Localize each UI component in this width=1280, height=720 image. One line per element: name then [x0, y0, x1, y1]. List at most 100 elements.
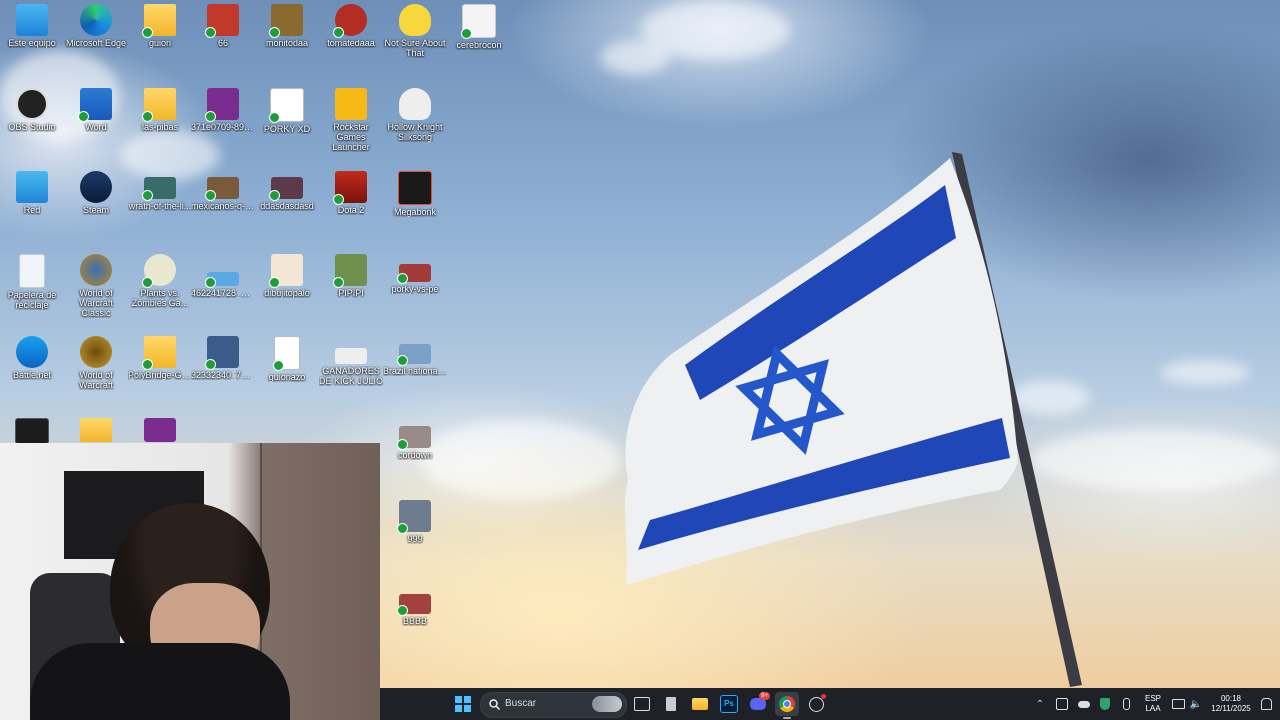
desktop-icon-hollow-knight[interactable]: Hollow Knight Silksong: [383, 88, 447, 142]
person-body: [30, 643, 290, 720]
icon-label: guion: [148, 38, 172, 48]
desktop-icon-cerebrocon[interactable]: cerebrocon: [447, 4, 511, 50]
desktop-icon-pipipi[interactable]: PIPIPI: [319, 254, 383, 298]
microphone-icon: [1122, 698, 1130, 710]
image-thumbnail-icon: [205, 88, 239, 122]
tray-icon-volume[interactable]: 🔈: [1186, 692, 1206, 716]
tray-icon-security[interactable]: [1095, 692, 1115, 716]
icon-label: Red: [23, 205, 41, 215]
desktop-icon-guion[interactable]: guion: [128, 4, 192, 48]
obs-icon: [16, 88, 48, 120]
show-hidden-icons-button[interactable]: ⌃: [1030, 692, 1050, 716]
chevron-up-icon: ⌃: [1035, 698, 1045, 710]
image-thumbnail-icon: [335, 348, 367, 364]
clock-date: 12/11/2025: [1211, 704, 1251, 713]
wow-icon: [80, 254, 112, 286]
icon-label: Brazil national ...: [383, 366, 447, 376]
desktop-icon-epic[interactable]: [0, 418, 64, 444]
start-button[interactable]: [451, 692, 475, 716]
desktop-icon-bbbb[interactable]: BBBB: [383, 586, 447, 626]
search-highlight-image: [592, 696, 622, 712]
desktop-icon-folder-partial-1[interactable]: [64, 418, 128, 442]
desktop-icon-papelera[interactable]: Papelera de reciclaje: [0, 254, 64, 310]
desktop-icon-folder-partial-2[interactable]: [128, 418, 192, 442]
desktop-icon-porky-xd[interactable]: PORKY XD: [255, 88, 319, 134]
desktop-icon-battlenet[interactable]: Battle.net: [0, 336, 64, 380]
taskbar-app-chrome[interactable]: [775, 692, 799, 719]
rockstar-icon: [335, 88, 367, 120]
taskbar-app-discord[interactable]: 9+: [746, 692, 770, 716]
clock[interactable]: 00:18 12/11/2025: [1206, 694, 1256, 714]
desktop-icon-cordown[interactable]: cordown: [383, 418, 447, 460]
icon-label: dibujitopalo: [264, 288, 310, 298]
desktop-icon-dibujitopalo[interactable]: dibujitopalo: [255, 254, 319, 298]
icon-label: GANADORES DE KICK JULIO: [319, 366, 383, 386]
image-thumbnail-icon: [205, 4, 239, 38]
desktop-icon-wow[interactable]: World of Warcraft: [64, 336, 128, 390]
task-view-button[interactable]: [630, 692, 654, 716]
battlenet-icon: [16, 336, 48, 368]
icon-label: Steam: [82, 205, 109, 215]
desktop-icon-red[interactable]: Red: [0, 171, 64, 215]
desktop-icon-obs-studio[interactable]: OBS Studio: [0, 88, 64, 132]
image-thumbnail-icon: [269, 4, 303, 38]
image-thumbnail-icon: [269, 177, 303, 201]
icon-label: cerebrocon: [456, 40, 502, 50]
notification-center-button[interactable]: [1256, 692, 1276, 716]
desktop-icon-wow-classic[interactable]: World of Warcraft Classic: [64, 254, 128, 318]
dota-icon: [333, 171, 367, 205]
cloud-icon: [1078, 700, 1090, 708]
icon-label: Dota 2: [337, 205, 365, 215]
tray-icon-display[interactable]: [1168, 692, 1188, 716]
desktop-icon-word[interactable]: Word: [64, 88, 128, 132]
taskbar-search[interactable]: Buscar: [480, 692, 627, 718]
shield-icon: [1100, 698, 1110, 710]
windows-logo-icon: [455, 696, 471, 712]
desktop-icon-microsoft-edge[interactable]: Microsoft Edge: [64, 4, 128, 48]
desktop-icon-mexicanos[interactable]: mexicanos-q-lue: [191, 171, 255, 211]
taskbar-app-obs[interactable]: [804, 692, 828, 716]
icon-label: 66: [217, 38, 228, 48]
desktop-icon-file-37[interactable]: 371e0709-8993...: [191, 88, 255, 132]
taskbar-app-file-explorer[interactable]: [688, 692, 712, 716]
desktop-icon-rockstar[interactable]: Rockstar Games Launcher: [319, 88, 383, 152]
desktop-icon-ddasdasdasd[interactable]: ddasdasdasd: [255, 171, 319, 211]
desktop-icon-las-pibas[interactable]: las-pibas: [128, 88, 192, 132]
icon-label: Word: [85, 122, 107, 132]
tray-icon-onedrive[interactable]: [1074, 692, 1094, 716]
desktop-icon-not-sure[interactable]: Not Sure About That: [383, 4, 447, 58]
language-indicator[interactable]: ESP LAA: [1140, 694, 1166, 714]
sync-icon: [1056, 698, 1068, 710]
wow-icon: [80, 336, 112, 368]
desktop-icon-tomatedaaa[interactable]: tomatedaaa: [319, 4, 383, 48]
desktop-icon-monitodaa[interactable]: monitodaa: [255, 4, 319, 48]
tray-icon-microphone[interactable]: [1116, 692, 1136, 716]
webcam-overlay: [0, 443, 380, 720]
notification-bell-icon: [1260, 698, 1272, 710]
image-thumbnail-icon: [205, 177, 239, 201]
desktop-icon-guionazo[interactable]: guionazo: [255, 336, 319, 382]
tray-icon-sync[interactable]: [1052, 692, 1072, 716]
desktop-icon-dota2[interactable]: Dota 2: [319, 171, 383, 215]
icon-label: cordown: [397, 450, 433, 460]
desktop-icon-este-equipo[interactable]: Este equipo: [0, 4, 64, 48]
desktop-icon-66[interactable]: 66: [191, 4, 255, 48]
taskbar-app-photoshop[interactable]: Ps: [717, 692, 741, 716]
desktop-icon-plants-zombies[interactable]: Plants vs. Zombies Ga...: [128, 254, 192, 308]
desktop-icon-file-32[interactable]: 32332340_761...: [191, 336, 255, 380]
taskbar-app-sticky[interactable]: [659, 692, 683, 716]
icon-label: Este equipo: [8, 38, 56, 48]
desktop-icon-file-46[interactable]: 462241728_107...: [191, 254, 255, 298]
desktop-icon-porky-vs-pe[interactable]: porky-vs-pe: [383, 254, 447, 294]
desktop-icon-brazil[interactable]: Brazil national ...: [383, 336, 447, 376]
desktop-icon-steam[interactable]: Steam: [64, 171, 128, 215]
image-thumbnail-icon: [333, 254, 367, 288]
desktop-icon-polybridge[interactable]: PolyBridge-GIFS: [128, 336, 192, 380]
image-thumbnail-icon: [333, 4, 367, 38]
desktop-icon-wrath[interactable]: wrath-of-the-li...: [128, 171, 192, 211]
speaker-icon: 🔈: [1189, 698, 1203, 710]
desktop-icon-ganadores[interactable]: GANADORES DE KICK JULIO: [319, 336, 383, 386]
desktop-icon-999[interactable]: 999: [383, 500, 447, 544]
desktop-icon-megabonk[interactable]: Megabonk: [383, 171, 447, 217]
icon-label: Microsoft Edge: [65, 38, 127, 48]
